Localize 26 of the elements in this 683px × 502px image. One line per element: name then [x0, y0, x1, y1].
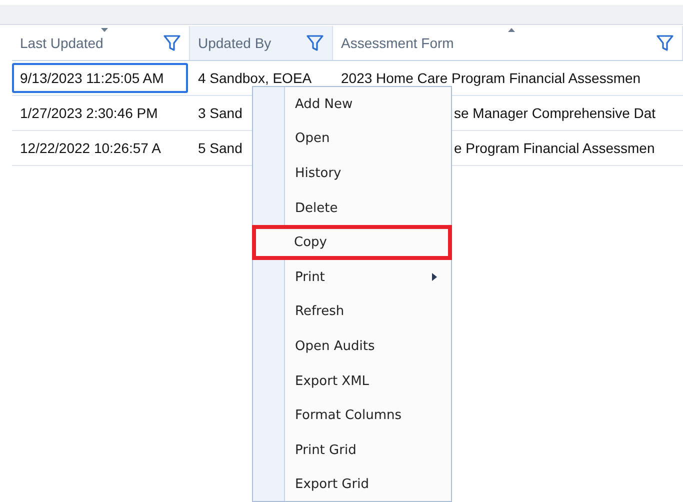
table-cell: 9/13/2023 11:25:05 AM — [12, 63, 188, 93]
menu-item[interactable]: Export Grid — [253, 468, 451, 502]
filter-icon[interactable] — [306, 34, 324, 52]
column-header[interactable]: Updated By — [190, 26, 333, 60]
table-cell: 5 Sand — [198, 140, 242, 156]
table-cell: 3 Sand — [198, 105, 242, 121]
menu-item[interactable]: Open — [253, 122, 451, 156]
menu-item[interactable]: Print — [253, 260, 451, 295]
menu-item[interactable]: Export XML — [253, 364, 451, 398]
table-cell: e Program Financial Assessmen — [454, 140, 655, 156]
menu-item[interactable]: Copy — [252, 225, 452, 260]
table-cell: 1/27/2023 2:30:46 PM — [20, 105, 158, 121]
filter-icon[interactable] — [163, 34, 181, 52]
menu-item[interactable]: Add New — [253, 87, 451, 122]
submenu-arrow-icon — [432, 273, 437, 282]
menu-item[interactable]: Refresh — [253, 294, 451, 330]
table-cell: se Manager Comprehensive Dat — [454, 105, 656, 121]
menu-item[interactable]: History — [253, 156, 451, 191]
table-cell: 12/22/2022 10:26:57 A — [20, 140, 161, 156]
menu-item[interactable]: Open Audits — [253, 329, 451, 364]
menu-item[interactable]: Print Grid — [253, 432, 451, 468]
filter-icon[interactable] — [656, 34, 674, 52]
table-cell: 2023 Home Care Program Financial Assessmen — [341, 70, 641, 86]
table-cell: 4 Sandbox, EOEA — [198, 70, 312, 86]
menu-item[interactable]: Delete — [253, 190, 451, 226]
menu-item[interactable]: Format Columns — [253, 398, 451, 433]
